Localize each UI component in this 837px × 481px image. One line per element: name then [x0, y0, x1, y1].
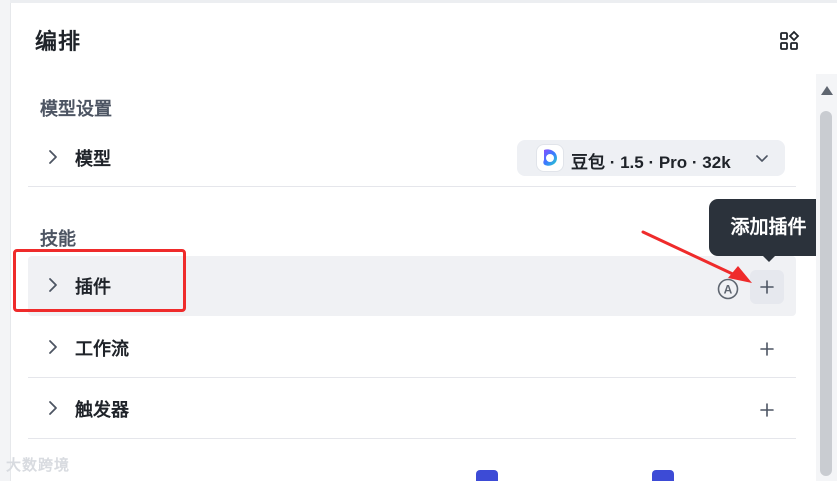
section-title-model-settings: 模型设置 [40, 99, 112, 119]
plus-icon [760, 342, 774, 356]
chevron-down-icon [756, 155, 768, 162]
chevron-right-icon [49, 340, 57, 354]
watermark: 大数跨境 [6, 457, 71, 474]
workflow-row-label: 工作流 [75, 339, 129, 359]
trigger-row-label: 触发器 [75, 400, 129, 420]
annotation-highlight-box [13, 249, 186, 312]
doubao-logo-icon [537, 145, 563, 171]
add-plugin-button[interactable] [750, 270, 784, 304]
top-edge [10, 0, 837, 3]
auto-icon-letter: A [724, 283, 733, 297]
chevron-right-icon [49, 150, 57, 164]
auto-icon[interactable]: A [717, 278, 739, 300]
scrollbar-thumb[interactable] [820, 111, 832, 476]
divider [28, 186, 796, 187]
scroll-up-arrow-icon[interactable] [821, 86, 833, 95]
layout-grid-icon[interactable] [778, 30, 800, 52]
add-plugin-tooltip: 添加插件 [709, 199, 828, 256]
section-title-skills: 技能 [40, 229, 76, 249]
trigger-row[interactable]: 触发器 [28, 379, 796, 439]
chevron-right-icon [49, 401, 57, 415]
page-title: 编排 [35, 29, 82, 54]
cut-off-chip [476, 470, 498, 481]
workflow-row[interactable]: 工作流 [28, 318, 796, 378]
tooltip-arrow [761, 254, 777, 262]
divider [28, 438, 796, 439]
add-trigger-button[interactable] [750, 393, 784, 427]
model-row-label: 模型 [75, 149, 111, 169]
left-panel-edge [0, 0, 11, 481]
add-workflow-button[interactable] [750, 332, 784, 366]
model-select[interactable]: 豆包 · 1.5 · Pro · 32k [517, 140, 785, 176]
divider [28, 377, 796, 378]
model-select-value: 豆包 · 1.5 · Pro · 32k [571, 153, 731, 172]
cut-off-chip [652, 470, 674, 481]
plus-icon [760, 403, 774, 417]
plus-icon [760, 280, 774, 294]
